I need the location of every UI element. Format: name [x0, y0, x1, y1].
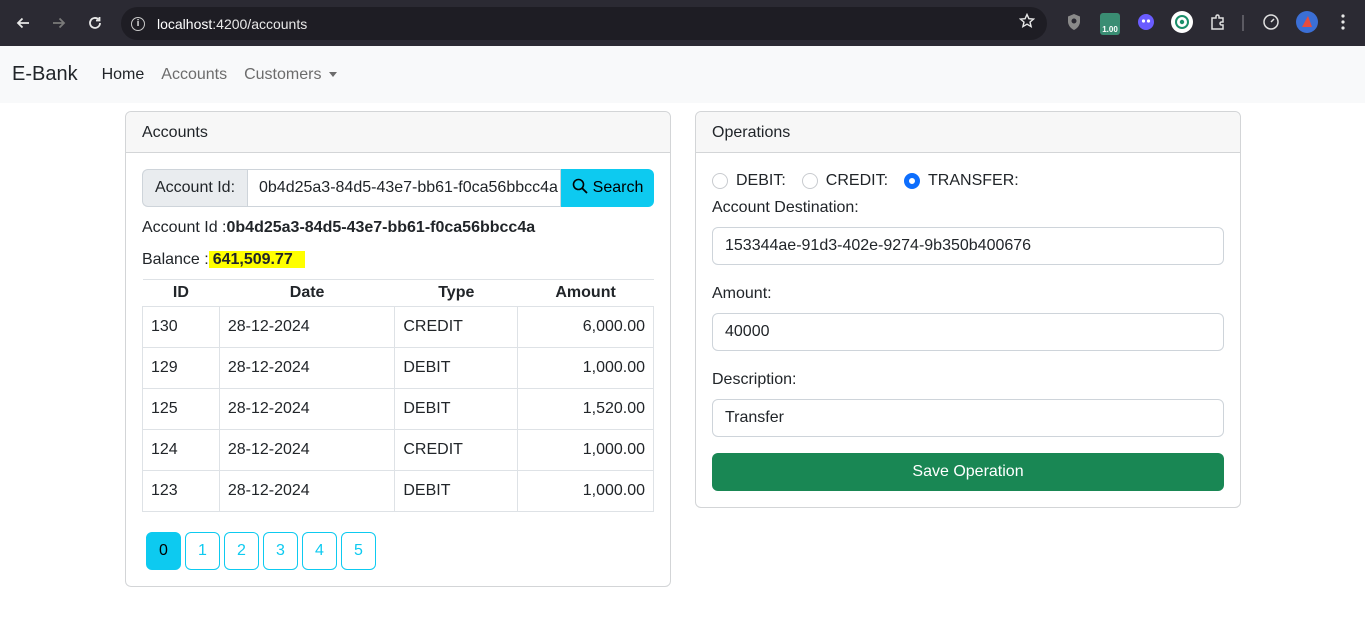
col-type: Type [394, 279, 518, 307]
operations-card-header: Operations [696, 112, 1240, 153]
reload-icon[interactable] [82, 10, 108, 36]
forward-icon[interactable] [46, 10, 72, 36]
cell-amount: 6,000.00 [517, 306, 654, 348]
save-operation-button[interactable]: Save Operation [712, 453, 1224, 491]
caret-down-icon [329, 72, 338, 77]
col-date: Date [219, 279, 395, 307]
cell-id: 129 [142, 347, 220, 389]
balance-label: Balance : [142, 251, 209, 268]
shield-icon[interactable] [1063, 11, 1085, 33]
cell-amount: 1,000.00 [517, 347, 654, 389]
cell-date: 28-12-2024 [218, 306, 396, 348]
nav-accounts[interactable]: Accounts [161, 66, 227, 84]
account-search-group: Account Id: 0b4d25a3-84d5-43e7-bb61-f0ca… [142, 169, 654, 207]
puzzle-icon[interactable] [1207, 11, 1229, 33]
cell-type: DEBIT [394, 347, 519, 389]
col-amount: Amount [517, 279, 654, 307]
nav-home[interactable]: Home [102, 66, 145, 84]
table-row: 130 28-12-2024 CREDIT 6,000.00 [142, 306, 654, 348]
cell-date: 28-12-2024 [218, 470, 396, 512]
page-button-2[interactable]: 2 [224, 532, 259, 570]
balance-value: 641,509.77 [208, 251, 305, 268]
cell-type: CREDIT [394, 429, 519, 471]
amount-input[interactable]: 40000 [712, 313, 1224, 351]
cell-date: 28-12-2024 [218, 388, 396, 430]
cell-id: 124 [142, 429, 220, 471]
cell-id: 125 [142, 388, 220, 430]
profile-icon[interactable] [1296, 11, 1318, 33]
nav-customers-label: Customers [244, 65, 322, 83]
destination-label: Account Destination: [712, 199, 859, 216]
search-button[interactable]: Search [561, 169, 654, 207]
col-id: ID [142, 279, 220, 307]
account-id-input[interactable]: 0b4d25a3-84d5-43e7-bb61-f0ca56bbcc4a [247, 169, 561, 207]
pagination: 0 1 2 3 4 5 [146, 532, 380, 570]
account-id-label: Account Id : [142, 219, 227, 236]
url-text[interactable]: localhost:4200/accounts [157, 16, 1019, 32]
chatgpt-icon[interactable] [1171, 11, 1193, 33]
cell-type: DEBIT [394, 388, 519, 430]
account-id-value: 0b4d25a3-84d5-43e7-bb61-f0ca56bbcc4a [226, 219, 536, 236]
search-icon [572, 178, 593, 199]
amount-label: Amount: [712, 285, 772, 302]
page-button-0[interactable]: 0 [146, 532, 181, 570]
address-bar[interactable]: i localhost:4200/accounts [121, 7, 1047, 40]
accounts-card-header: Accounts [126, 112, 670, 153]
cell-amount: 1,000.00 [517, 429, 654, 471]
cell-id: 130 [142, 306, 220, 348]
radio-debit-label: DEBIT: [736, 172, 786, 189]
accounts-card: Accounts Account Id: 0b4d25a3-84d5-43e7-… [125, 111, 671, 587]
table-header-row: ID Date Type Amount [142, 279, 654, 307]
cell-type: DEBIT [394, 470, 519, 512]
extension-badge-icon[interactable]: 1.00 [1100, 13, 1120, 35]
operations-table: ID Date Type Amount 130 28-12-2024 CREDI… [142, 279, 654, 512]
star-icon[interactable] [1018, 12, 1036, 34]
table-row: 124 28-12-2024 CREDIT 1,000.00 [142, 429, 654, 471]
operation-type-group: DEBIT: CREDIT: TRANSFER: [712, 172, 1035, 190]
table-row: 123 28-12-2024 DEBIT 1,000.00 [142, 470, 654, 512]
menu-icon[interactable] [1332, 11, 1354, 33]
destination-input[interactable]: 153344ae-91d3-402e-9274-9b350b400676 [712, 227, 1224, 265]
back-icon[interactable] [10, 10, 36, 36]
cell-amount: 1,520.00 [517, 388, 654, 430]
speed-icon[interactable] [1260, 11, 1282, 33]
account-id-addon: Account Id: [142, 169, 247, 207]
balance-line: Balance :641,509.77 [142, 251, 305, 269]
info-icon[interactable]: i [131, 16, 145, 31]
cell-date: 28-12-2024 [218, 429, 396, 471]
radio-credit[interactable] [801, 173, 818, 189]
cell-amount: 1,000.00 [517, 470, 654, 512]
radio-credit-label: CREDIT: [825, 172, 889, 189]
search-button-label: Search [592, 179, 644, 196]
nav-customers-dropdown[interactable]: Customers [244, 65, 338, 84]
cell-type: CREDIT [394, 306, 519, 348]
brand-link[interactable]: E-Bank [12, 63, 78, 86]
table-row: 125 28-12-2024 DEBIT 1,520.00 [142, 388, 654, 430]
cell-date: 28-12-2024 [218, 347, 396, 389]
description-input[interactable]: Transfer [712, 399, 1224, 437]
browser-toolbar: i localhost:4200/accounts 1.00 [0, 0, 1365, 46]
page-button-3[interactable]: 3 [263, 532, 298, 570]
radio-transfer-label: TRANSFER: [928, 172, 1019, 189]
app-navbar: E-Bank Home Accounts Customers [0, 46, 1365, 103]
operations-card: Operations DEBIT: CREDIT: TRANSFER: Acco… [695, 111, 1241, 508]
ghost-icon[interactable] [1135, 11, 1157, 33]
radio-debit[interactable] [712, 173, 728, 189]
toolbar-divider [1242, 15, 1244, 31]
page-button-1[interactable]: 1 [185, 532, 220, 570]
description-label: Description: [712, 371, 797, 388]
radio-transfer[interactable] [904, 173, 921, 189]
account-id-line: Account Id :0b4d25a3-84d5-43e7-bb61-f0ca… [142, 219, 535, 237]
cell-id: 123 [142, 470, 220, 512]
page-button-4[interactable]: 4 [302, 532, 337, 570]
table-row: 129 28-12-2024 DEBIT 1,000.00 [142, 347, 654, 389]
page-button-5[interactable]: 5 [341, 532, 376, 570]
